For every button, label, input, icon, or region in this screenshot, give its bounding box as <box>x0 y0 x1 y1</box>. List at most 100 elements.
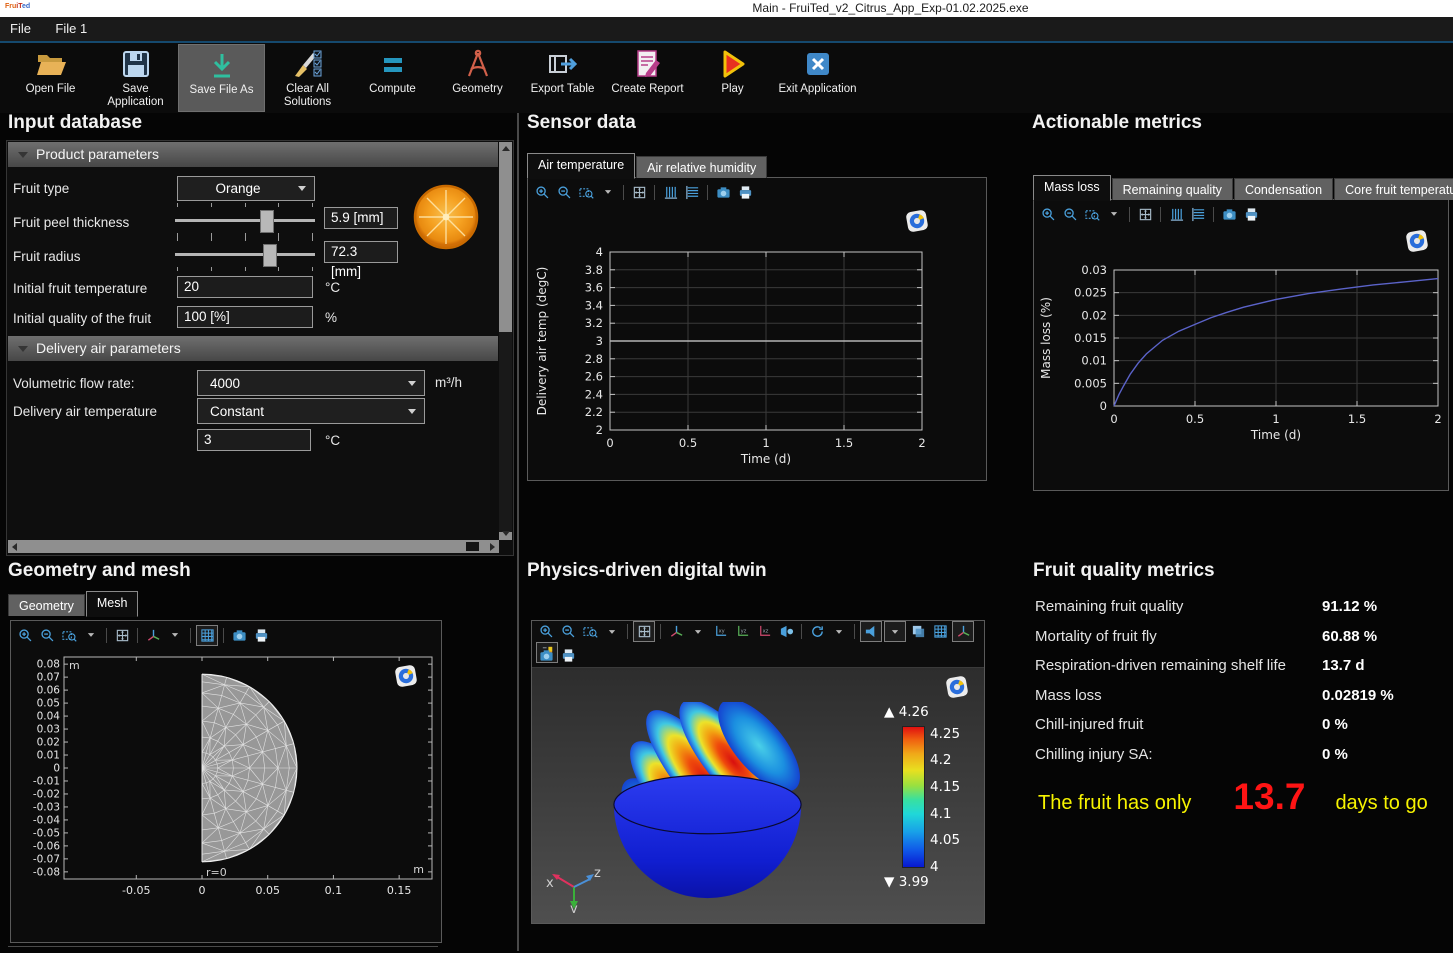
play-button[interactable]: Play <box>690 44 775 110</box>
tab-geometry[interactable]: Geometry <box>8 594 85 616</box>
y-axis-log-icon[interactable] <box>1188 205 1208 224</box>
tab-condensation[interactable]: Condensation <box>1234 178 1333 200</box>
zoom-out-icon[interactable] <box>554 183 574 202</box>
zoom-extents-icon[interactable] <box>112 626 132 645</box>
x-axis-log-icon[interactable] <box>1166 205 1186 224</box>
open-file-button[interactable]: Open File <box>8 44 93 110</box>
compute-button[interactable]: Compute <box>350 44 435 110</box>
fruit-radius-value[interactable]: 72.3 [mm] <box>324 241 398 263</box>
chevron-down-icon[interactable] <box>884 621 906 642</box>
perspective-icon[interactable] <box>776 622 796 641</box>
orientation-axes-icon[interactable] <box>143 626 163 645</box>
grid-toggle-icon[interactable] <box>196 625 218 646</box>
view-xy-icon[interactable]: xy <box>710 622 730 641</box>
section-delivery-air-parameters[interactable]: Delivery air parameters <box>8 336 498 361</box>
scrollbar-thumb[interactable] <box>499 332 512 532</box>
tab-remaining-quality[interactable]: Remaining quality <box>1112 178 1233 200</box>
horizontal-scrollbar[interactable] <box>8 540 499 553</box>
camera-icon[interactable] <box>536 646 556 665</box>
digital-twin-viewport[interactable]: ▲ 4.26 4.254.24.154.14.054 ▼ 3.99 x y z <box>532 668 984 923</box>
clear-all-solutions-button[interactable]: Clear All Solutions <box>265 44 350 110</box>
geometry-button[interactable]: Geometry <box>435 44 520 110</box>
delivery-air-temp-value-input[interactable]: 3 <box>197 429 311 451</box>
chevron-down-icon[interactable] <box>829 622 849 641</box>
create-report-button[interactable]: Create Report <box>605 44 690 110</box>
zoom-extents-icon[interactable] <box>633 621 655 642</box>
vertical-scrollbar[interactable] <box>499 142 512 540</box>
chevron-down-icon[interactable] <box>602 622 622 641</box>
transparency-icon[interactable] <box>908 622 928 641</box>
zoom-in-icon[interactable] <box>15 626 35 645</box>
scrollbar-thumb[interactable] <box>466 542 479 551</box>
zoom-out-icon[interactable] <box>1060 205 1080 224</box>
zoom-box-icon[interactable] <box>576 183 596 202</box>
chevron-down-icon[interactable] <box>598 183 618 202</box>
chevron-down-icon[interactable] <box>165 626 185 645</box>
scroll-left-icon[interactable] <box>12 543 17 551</box>
chevron-down-icon[interactable] <box>688 622 708 641</box>
printer-icon[interactable] <box>558 646 578 665</box>
initial-quality-input[interactable]: 100 [%] <box>177 306 313 328</box>
view-xz-icon[interactable]: xz <box>754 622 774 641</box>
fruit-peel-thickness-slider[interactable] <box>175 203 315 237</box>
fruit-type-label: Fruit type <box>13 181 69 196</box>
compass-icon <box>462 48 494 80</box>
slider-handle[interactable] <box>263 244 277 267</box>
grid-toggle-icon[interactable] <box>930 622 950 641</box>
x-axis-log-icon[interactable] <box>660 183 680 202</box>
mesh-plot-toolbar <box>14 623 438 647</box>
scroll-down-icon[interactable] <box>502 531 510 536</box>
printer-icon[interactable] <box>1241 205 1261 224</box>
show-axes-icon[interactable] <box>952 621 974 642</box>
initial-fruit-temperature-input[interactable]: 20 <box>177 276 313 298</box>
zoom-box-icon[interactable] <box>580 622 600 641</box>
printer-icon[interactable] <box>251 626 271 645</box>
tab-air-relative-humidity[interactable]: Air relative humidity <box>636 156 767 178</box>
export-table-button[interactable]: Export Table <box>520 44 605 110</box>
section-product-parameters[interactable]: Product parameters <box>8 142 498 167</box>
report-pen-icon <box>632 48 664 80</box>
zoom-box-icon[interactable] <box>1082 205 1102 224</box>
tab-mass-loss[interactable]: Mass loss <box>1033 175 1111 201</box>
zoom-out-icon[interactable] <box>558 622 578 641</box>
fruit-radius-slider[interactable] <box>175 237 315 271</box>
save-file-as-button[interactable]: Save File As <box>178 44 265 112</box>
fruit-type-dropdown[interactable]: Orange <box>177 176 315 201</box>
volumetric-flow-rate-dropdown[interactable]: 4000 <box>197 370 425 396</box>
save-application-button[interactable]: Save Application <box>93 44 178 110</box>
delivery-air-temperature-dropdown[interactable]: Constant <box>197 398 425 424</box>
exit-application-button[interactable]: Exit Application <box>775 44 860 110</box>
zoom-out-icon[interactable] <box>37 626 57 645</box>
camera-icon[interactable] <box>1219 205 1239 224</box>
slider-track[interactable] <box>175 219 315 222</box>
geometry-label: Geometry <box>452 83 503 96</box>
zoom-in-icon[interactable] <box>536 622 556 641</box>
tab-core-fruit-temperature[interactable]: Core fruit temperature <box>1334 178 1453 200</box>
zoom-in-icon[interactable] <box>532 183 552 202</box>
tab-mesh[interactable]: Mesh <box>86 591 139 617</box>
colorbar-tick: 4.25 <box>930 726 960 742</box>
zoom-box-icon[interactable] <box>59 626 79 645</box>
zoom-extents-icon[interactable] <box>629 183 649 202</box>
rotate-icon[interactable] <box>807 622 827 641</box>
zoom-extents-icon[interactable] <box>1135 205 1155 224</box>
view-yz-icon[interactable]: yz <box>732 622 752 641</box>
y-axis-log-icon[interactable] <box>682 183 702 202</box>
scroll-up-icon[interactable] <box>502 146 510 151</box>
menu-file-1[interactable]: File 1 <box>45 17 97 36</box>
scene-light-icon[interactable] <box>860 621 882 642</box>
printer-icon[interactable] <box>735 183 755 202</box>
fruit-peel-thickness-value[interactable]: 5.9 [mm] <box>324 207 398 229</box>
camera-icon[interactable] <box>713 183 733 202</box>
chevron-down-icon[interactable] <box>81 626 101 645</box>
camera-icon[interactable] <box>229 626 249 645</box>
chevron-down-icon[interactable] <box>1104 205 1124 224</box>
slider-track[interactable] <box>175 253 315 256</box>
scroll-right-icon[interactable] <box>490 543 495 551</box>
column-divider <box>517 113 519 951</box>
slider-handle[interactable] <box>260 210 274 233</box>
tab-air-temperature[interactable]: Air temperature <box>527 153 635 179</box>
orientation-axes-icon[interactable] <box>666 622 686 641</box>
menu-file[interactable]: File <box>0 17 41 36</box>
zoom-in-icon[interactable] <box>1038 205 1058 224</box>
